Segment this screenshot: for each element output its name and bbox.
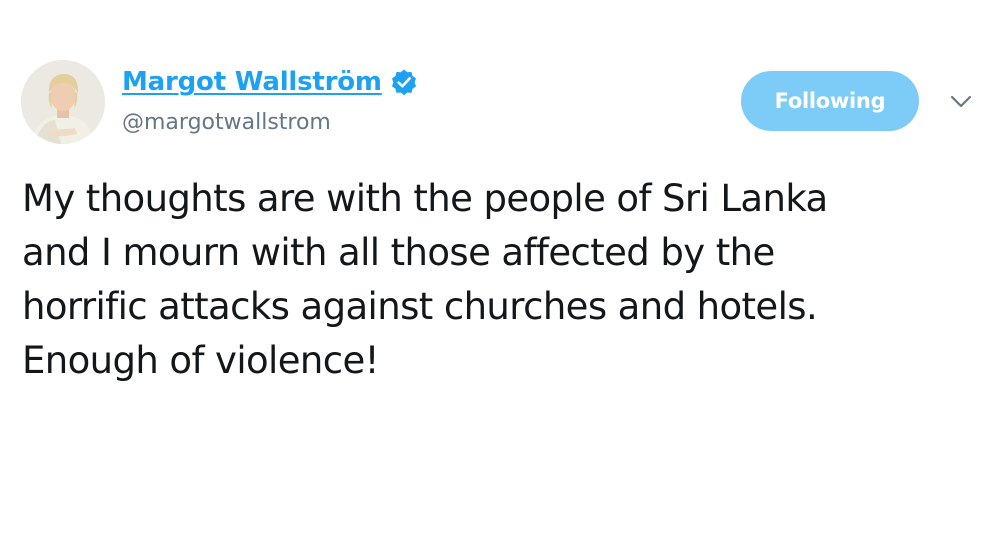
- user-handle[interactable]: @margotwallstrom: [122, 110, 418, 135]
- user-info: Margot Wallström @margotwallstrom: [122, 64, 418, 135]
- tweet-text: My thoughts are with the people of Sri L…: [22, 172, 972, 388]
- tweet-text-line: My thoughts are with the people of Sri L…: [22, 177, 828, 220]
- tweet-text-line: and I mourn with all those affected by t…: [22, 231, 775, 274]
- verified-badge-icon: [391, 69, 416, 96]
- tweet-text-line: horrific attacks against churches and ho…: [22, 285, 818, 328]
- tweet-card: Margot Wallström @margotwallstrom Follow…: [0, 0, 992, 558]
- display-name[interactable]: Margot Wallström: [122, 67, 382, 97]
- profile-photo-icon: [21, 60, 105, 144]
- avatar[interactable]: [21, 60, 105, 144]
- chevron-down-icon[interactable]: [950, 94, 972, 110]
- tweet-text-line: Enough of violence!: [22, 339, 379, 382]
- following-button[interactable]: Following: [741, 71, 919, 131]
- name-row: Margot Wallström: [122, 64, 418, 100]
